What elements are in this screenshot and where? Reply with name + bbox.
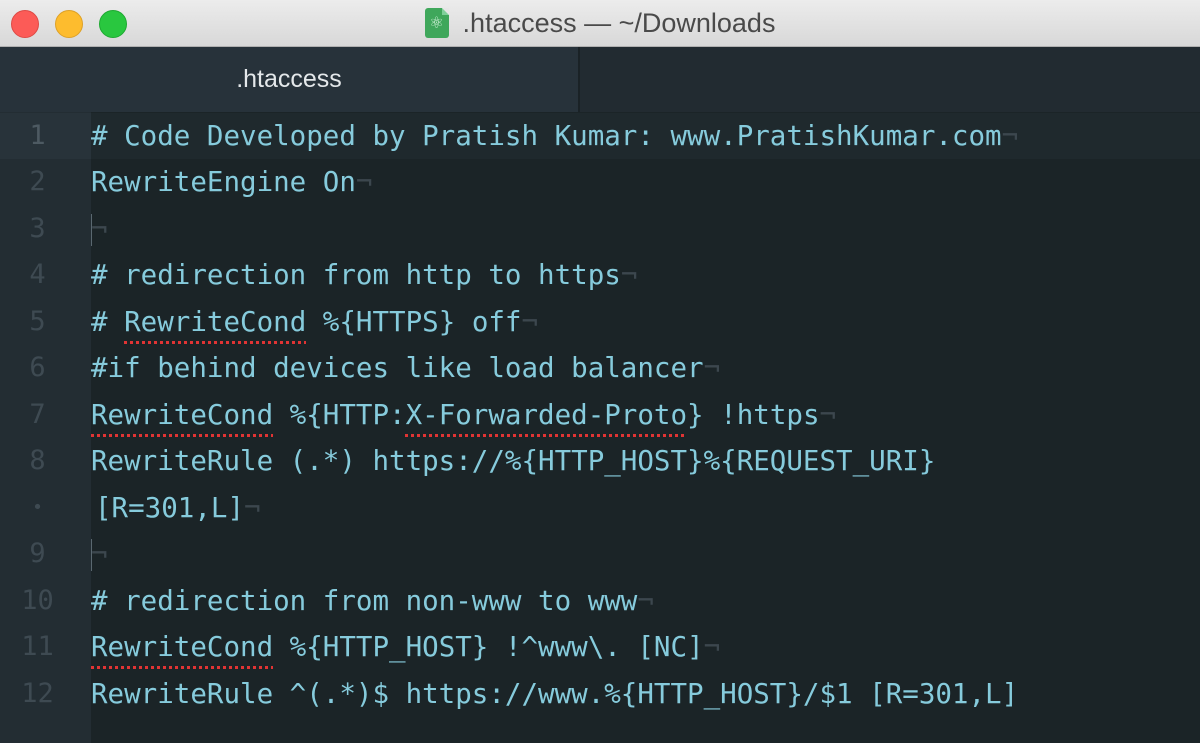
misspelled-word: X-Forwarded-Proto — [405, 398, 688, 431]
code-token: # — [91, 305, 125, 338]
code-line[interactable]: 9 ¬ — [0, 531, 1200, 578]
code-token: # Code Developed by Pratish Kumar: www.P… — [91, 119, 1002, 152]
code-line[interactable]: 11 RewriteCond %{HTTP_HOST} !^www\. [NC]¬ — [0, 624, 1200, 671]
line-number: 2 — [29, 166, 46, 197]
code-token: %{HTTP_HOST} !^www\. [NC] — [273, 631, 704, 663]
code-token: RewriteRule (.*) https://%{HTTP_HOST}%{R… — [91, 445, 936, 477]
atom-file-icon: ⚛ — [424, 8, 449, 38]
code-token: #if behind devices like load balancer — [91, 352, 704, 384]
wrap-indicator: • — [32, 496, 43, 518]
code-line[interactable]: 2 RewriteEngine On¬ — [0, 159, 1200, 206]
eol-marker: ¬ — [703, 352, 721, 384]
misspelled-word: RewriteCond — [91, 398, 274, 431]
code-line[interactable]: 4 # redirection from http to https¬ — [0, 252, 1200, 299]
misspelled-word: RewriteCond — [124, 305, 307, 338]
eol-marker: ¬ — [91, 538, 108, 570]
eol-marker: ¬ — [703, 631, 721, 663]
code-text: #if behind devices like load balancer¬ — [91, 345, 720, 392]
code-text: [R=301,L]¬ — [95, 485, 261, 532]
line-number: 9 — [29, 538, 46, 569]
eol-marker: ¬ — [1001, 119, 1019, 152]
code-line[interactable]: • [R=301,L]¬ — [0, 485, 1200, 532]
code-token: [R=301,L] — [95, 491, 245, 524]
code-line[interactable]: 5 # RewriteCond %{HTTPS} off¬ — [0, 299, 1200, 346]
code-text: RewriteRule (.*) https://%{HTTP_HOST}%{R… — [91, 438, 935, 485]
line-number: 5 — [29, 305, 46, 337]
code-line[interactable]: 10 # redirection from non-www to www¬ — [0, 578, 1200, 625]
code-line[interactable]: 1 # Code Developed by Pratish Kumar: www.… — [0, 112, 1200, 160]
code-token: # redirection from non-www to www — [91, 584, 638, 617]
eol-marker: ¬ — [244, 491, 261, 524]
code-token: # redirection from http to https — [91, 259, 621, 291]
line-number: 6 — [29, 352, 46, 383]
code-text: RewriteCond %{HTTP:X-Forwarded-Proto} !h… — [91, 392, 836, 439]
line-number: 11 — [21, 631, 54, 662]
line-number: 10 — [21, 584, 54, 616]
code-text: RewriteCond %{HTTP_HOST} !^www\. [NC]¬ — [91, 624, 720, 671]
code-line[interactable]: 8 RewriteRule (.*) https://%{HTTP_HOST}%{… — [0, 438, 1200, 485]
title-bar: ⚛ .htaccess — ~/Downloads — [0, 0, 1200, 47]
window-title: .htaccess — ~/Downloads — [462, 7, 776, 38]
line-number: 3 — [29, 212, 46, 244]
eol-marker: ¬ — [819, 398, 837, 431]
tab-htaccess[interactable]: .htaccess — [0, 47, 580, 112]
tab-bar: .htaccess — [0, 47, 1200, 112]
code-text: ¬ — [91, 531, 108, 578]
code-text: # Code Developed by Pratish Kumar: www.P… — [91, 113, 1018, 160]
code-token: } !https — [687, 398, 820, 431]
code-line[interactable]: 7 RewriteCond %{HTTP:X-Forwarded-Proto} !… — [0, 392, 1200, 439]
code-text: RewriteRule ^(.*)$ https://www.%{HTTP_HO… — [91, 671, 1018, 718]
line-number: 12 — [21, 677, 54, 709]
line-number: 7 — [29, 398, 46, 430]
code-line[interactable]: 3 ¬ — [0, 206, 1200, 253]
code-text: # redirection from http to https¬ — [91, 252, 637, 299]
line-number: 1 — [0, 112, 91, 159]
code-token: %{HTTPS} off — [306, 305, 522, 338]
code-token: %{HTTP: — [273, 398, 406, 431]
code-text: RewriteEngine On¬ — [91, 159, 372, 206]
code-line[interactable]: 12 RewriteRule ^(.*)$ https://www.%{HTTP_… — [0, 671, 1200, 718]
tab-label: .htaccess — [236, 65, 342, 93]
eol-marker: ¬ — [91, 212, 108, 245]
code-text: ¬ — [91, 206, 108, 253]
code-token: RewriteEngine On — [91, 166, 356, 198]
eol-marker: ¬ — [637, 584, 654, 617]
misspelled-word: RewriteCond — [91, 631, 274, 663]
code-line[interactable]: 6 #if behind devices like load balancer¬ — [0, 345, 1200, 392]
window-title-wrap: ⚛ .htaccess — ~/Downloads — [0, 0, 1200, 46]
line-number: 8 — [29, 445, 46, 476]
code-text: # redirection from non-www to www¬ — [91, 578, 654, 625]
eol-marker: ¬ — [620, 259, 638, 291]
eol-marker: ¬ — [521, 305, 539, 338]
code-editor[interactable]: 1 # Code Developed by Pratish Kumar: www.… — [0, 112, 1200, 743]
eol-marker: ¬ — [355, 166, 373, 198]
code-text: # RewriteCond %{HTTPS} off¬ — [91, 299, 538, 346]
code-token: RewriteRule ^(.*)$ https://www.%{HTTP_HO… — [91, 677, 1019, 710]
line-number: 4 — [29, 259, 46, 290]
